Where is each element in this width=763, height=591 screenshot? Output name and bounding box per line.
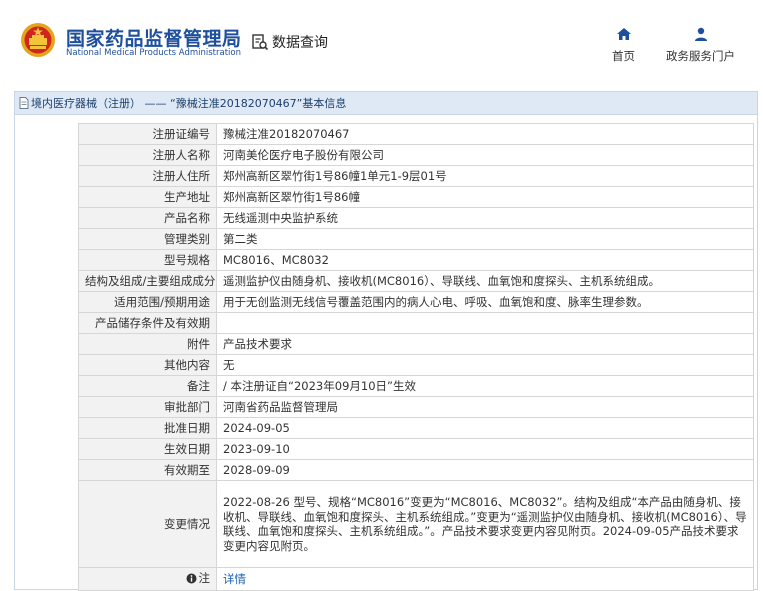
breadcrumb-separator: —— xyxy=(141,96,170,110)
row-label: 生效日期 xyxy=(78,438,217,460)
table-row: 注册人名称 河南美伦医疗电子股份有限公司 xyxy=(78,144,754,166)
table-row: 产品储存条件及有效期 xyxy=(78,312,754,334)
detail-table: 注册证编号 豫械注准20182070467 注册人名称 河南美伦医疗电子股份有限公司注… xyxy=(78,123,754,591)
row-label: 附件 xyxy=(78,333,217,355)
row-value: 无 xyxy=(216,354,754,376)
row-label: 产品储存条件及有效期 xyxy=(78,312,217,334)
row-value xyxy=(216,312,754,334)
row-value: 用于无创监测无线信号覆盖范围内的病人心电、呼吸、血氧饱和度、脉率生理参数。 xyxy=(216,291,754,313)
table-row-note: 注 详情 xyxy=(78,567,754,591)
breadcrumb-category[interactable]: 境内医疗器械（注册） xyxy=(31,95,141,111)
info-icon xyxy=(186,573,196,583)
table-row: 适用范围/预期用途 用于无创监测无线信号覆盖范围内的病人心电、呼吸、血氧饱和度、脉… xyxy=(78,291,754,313)
nav-home-label: 首页 xyxy=(612,49,635,63)
row-value: 2022-08-26 型号、规格“MC8016”变更为“MC8016、MC803… xyxy=(216,480,754,568)
row-label: 备注 xyxy=(78,375,217,397)
table-row-change: 变更情况 2022-08-26 型号、规格“MC8016”变更为“MC8016、… xyxy=(78,480,754,568)
row-value: 2023-09-10 xyxy=(216,438,754,460)
row-value: 2028-09-09 xyxy=(216,459,754,481)
national-emblem-icon xyxy=(21,23,55,57)
note-label: 注 xyxy=(198,571,211,585)
table-row: 生效日期 2023-09-10 xyxy=(78,438,754,460)
row-value: 产品技术要求 xyxy=(216,333,754,355)
row-label: 注册证编号 xyxy=(78,123,217,145)
breadcrumb: 境内医疗器械（注册） —— “豫械注准20182070467”基本信息 xyxy=(15,92,757,115)
table-row: 结构及组成/主要组成成分 遥测监护仪由随身机、接收机(MC8016）、导联线、血氧… xyxy=(78,270,754,292)
row-label: 适用范围/预期用途 xyxy=(78,291,217,313)
home-icon xyxy=(616,28,631,40)
brand-title: 国家药品监督管理局 xyxy=(66,28,242,50)
row-value: 2024-09-05 xyxy=(216,417,754,439)
table-row: 审批部门 河南省药品监督管理局 xyxy=(78,396,754,418)
table-row: 管理类别 第二类 xyxy=(78,228,754,250)
row-label: 批准日期 xyxy=(78,417,217,439)
breadcrumb-record: “豫械注准20182070467”基本信息 xyxy=(170,97,347,110)
details-link[interactable]: 详情 xyxy=(223,572,246,586)
table-row: 注册证编号 豫械注准20182070467 xyxy=(78,123,754,145)
nav-portal-label: 政务服务门户 xyxy=(666,49,735,63)
table-row: 产品名称 无线遥测中央监护系统 xyxy=(78,207,754,229)
row-value: 无线遥测中央监护系统 xyxy=(216,207,754,229)
document-search-icon xyxy=(252,34,269,51)
row-label: 注册人住所 xyxy=(78,165,217,187)
nav-portal[interactable]: 政务服务门户 xyxy=(666,26,735,64)
table-row: 备注 / 本注册证自“2023年09月10日”生效 xyxy=(78,375,754,397)
row-value: / 本注册证自“2023年09月10日”生效 xyxy=(216,375,754,397)
table-row: 有效期至 2028-09-09 xyxy=(78,459,754,481)
row-label: 生产地址 xyxy=(78,186,217,208)
table-row: 其他内容无 xyxy=(78,354,754,376)
data-query-label: 数据查询 xyxy=(272,35,328,51)
row-label: 产品名称 xyxy=(78,207,217,229)
row-value: 河南省药品监督管理局 xyxy=(216,396,754,418)
site-header: 国家药品监督管理局 National Medical Products Admi… xyxy=(0,0,763,82)
row-value: 第二类 xyxy=(216,228,754,250)
row-label: 审批部门 xyxy=(78,396,217,418)
row-value: 遥测监护仪由随身机、接收机(MC8016）、导联线、血氧饱和度探头、主机系统组成… xyxy=(216,270,754,292)
row-value: 郑州高新区翠竹街1号86幢1单元1-9层01号 xyxy=(216,165,754,187)
row-label: 有效期至 xyxy=(78,459,217,481)
brand-subtitle: National Medical Products Administration xyxy=(66,48,241,58)
row-value: 详情 xyxy=(216,567,754,591)
row-label: 变更情况 xyxy=(78,480,217,568)
table-row: 批准日期 2024-09-05 xyxy=(78,417,754,439)
table-row: 型号规格 MC8016、MC8032 xyxy=(78,249,754,271)
data-query-title[interactable]: 数据查询 xyxy=(251,32,328,52)
table-row: 注册人住所 郑州高新区翠竹街1号86幢1单元1-9层01号 xyxy=(78,165,754,187)
row-value: 河南美伦医疗电子股份有限公司 xyxy=(216,144,754,166)
row-label: 注册人名称 xyxy=(78,144,217,166)
nav-home[interactable]: 首页 xyxy=(612,26,635,64)
user-icon xyxy=(694,27,707,41)
table-row: 附件 产品技术要求 xyxy=(78,333,754,355)
row-value: 豫械注准20182070467 xyxy=(216,123,754,145)
row-label: 型号规格 xyxy=(78,249,217,271)
document-icon xyxy=(19,97,29,109)
row-label: 注 xyxy=(78,567,217,591)
row-value: 郑州高新区翠竹街1号86幢 xyxy=(216,186,754,208)
row-label: 管理类别 xyxy=(78,228,217,250)
row-label: 结构及组成/主要组成成分 xyxy=(78,270,217,292)
row-value: MC8016、MC8032 xyxy=(216,249,754,271)
table-row: 生产地址 郑州高新区翠竹街1号86幢 xyxy=(78,186,754,208)
row-label: 其他内容 xyxy=(78,354,217,376)
